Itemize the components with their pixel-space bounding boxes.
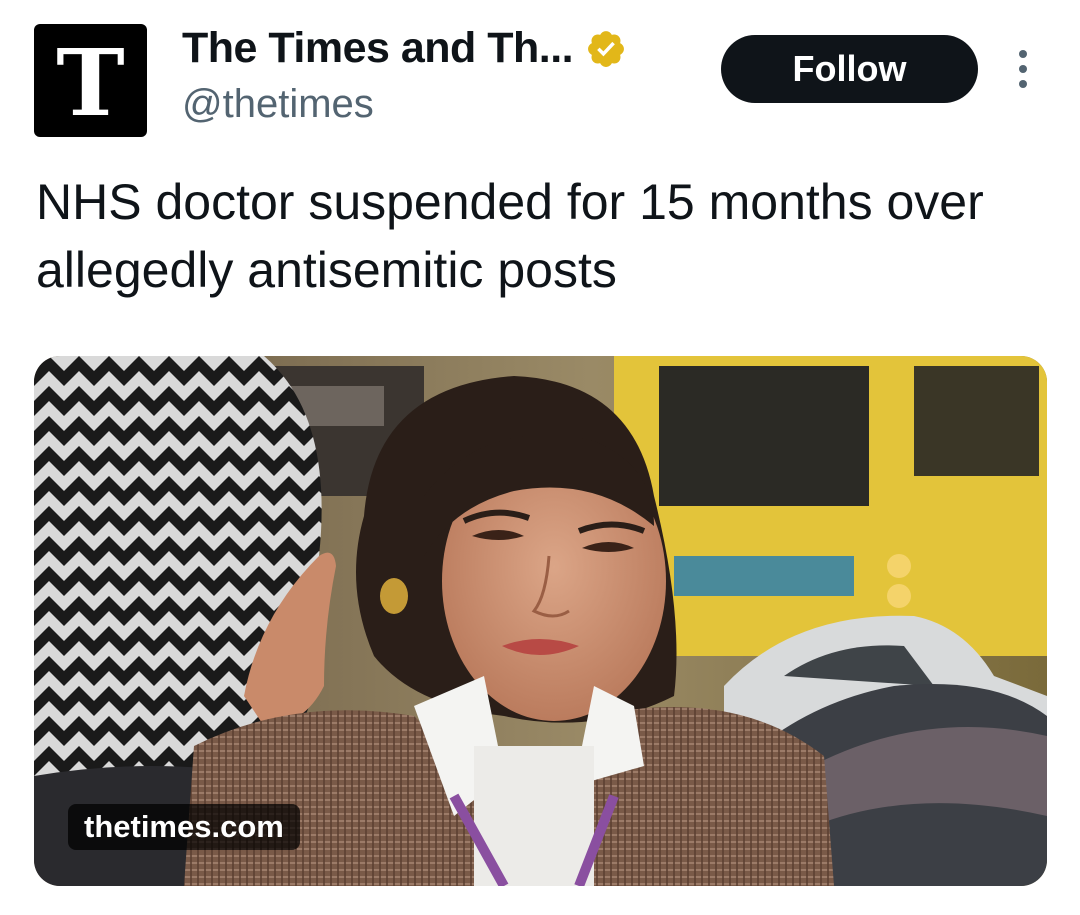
more-options-icon[interactable]: [1008, 44, 1038, 94]
link-domain-badge: thetimes.com: [68, 804, 300, 850]
display-name[interactable]: The Times and Th...: [182, 24, 574, 73]
tweet-header: T The Times and Th... @thetimes Follow: [0, 0, 1080, 150]
author-name-row: The Times and Th...: [182, 24, 627, 73]
follow-button[interactable]: Follow: [721, 35, 978, 103]
author-handle[interactable]: @thetimes: [182, 82, 374, 127]
avatar-letter: T: [56, 28, 125, 137]
avatar[interactable]: T: [34, 24, 147, 137]
gold-verified-icon: [588, 30, 625, 67]
tweet-headline: NHS doctor suspended for 15 months over …: [36, 174, 984, 298]
